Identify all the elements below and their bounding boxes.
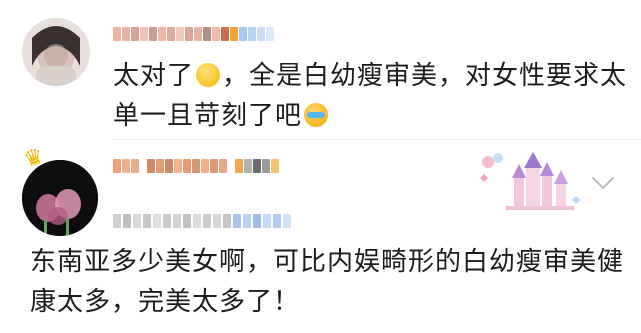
chevron-down-icon[interactable] (591, 166, 615, 190)
comment-text-line: 东南亚多少美女啊，可比内娱畸形的白幼瘦审美健 (30, 247, 625, 277)
avatar[interactable] (22, 160, 98, 236)
blurred-username (113, 25, 274, 43)
avatar[interactable] (22, 18, 90, 86)
comment-item: 太对了 ，全是白幼瘦审美，对女性要求太单一且苛刻了吧 (0, 0, 641, 140)
avatar-image (22, 18, 90, 86)
comment-item: ♛ 东南亚多少美女啊，可比内娱畸形的白幼瘦审美健 康太多，完美太多了！ (0, 140, 641, 333)
comment-text-part: 太对了 (113, 61, 195, 91)
avatar-image (22, 160, 98, 236)
castle-decoration-icon (476, 148, 586, 218)
username-pixelated[interactable] (113, 22, 274, 46)
eye-roll-emoji-icon (196, 63, 221, 87)
username-pixelated[interactable] (113, 154, 279, 178)
comment-text: 东南亚多少美女啊，可比内娱畸形的白幼瘦审美健 康太多，完美太多了！ (30, 242, 630, 322)
comment-text-line: 康太多，完美太多了！ (30, 287, 301, 317)
crying-emoji-icon (304, 103, 329, 127)
comment-text: 太对了 ，全是白幼瘦审美，对女性要求太单一且苛刻了吧 (113, 56, 633, 136)
blurred-username (113, 157, 279, 175)
comment-meta-pixelated (113, 214, 291, 228)
